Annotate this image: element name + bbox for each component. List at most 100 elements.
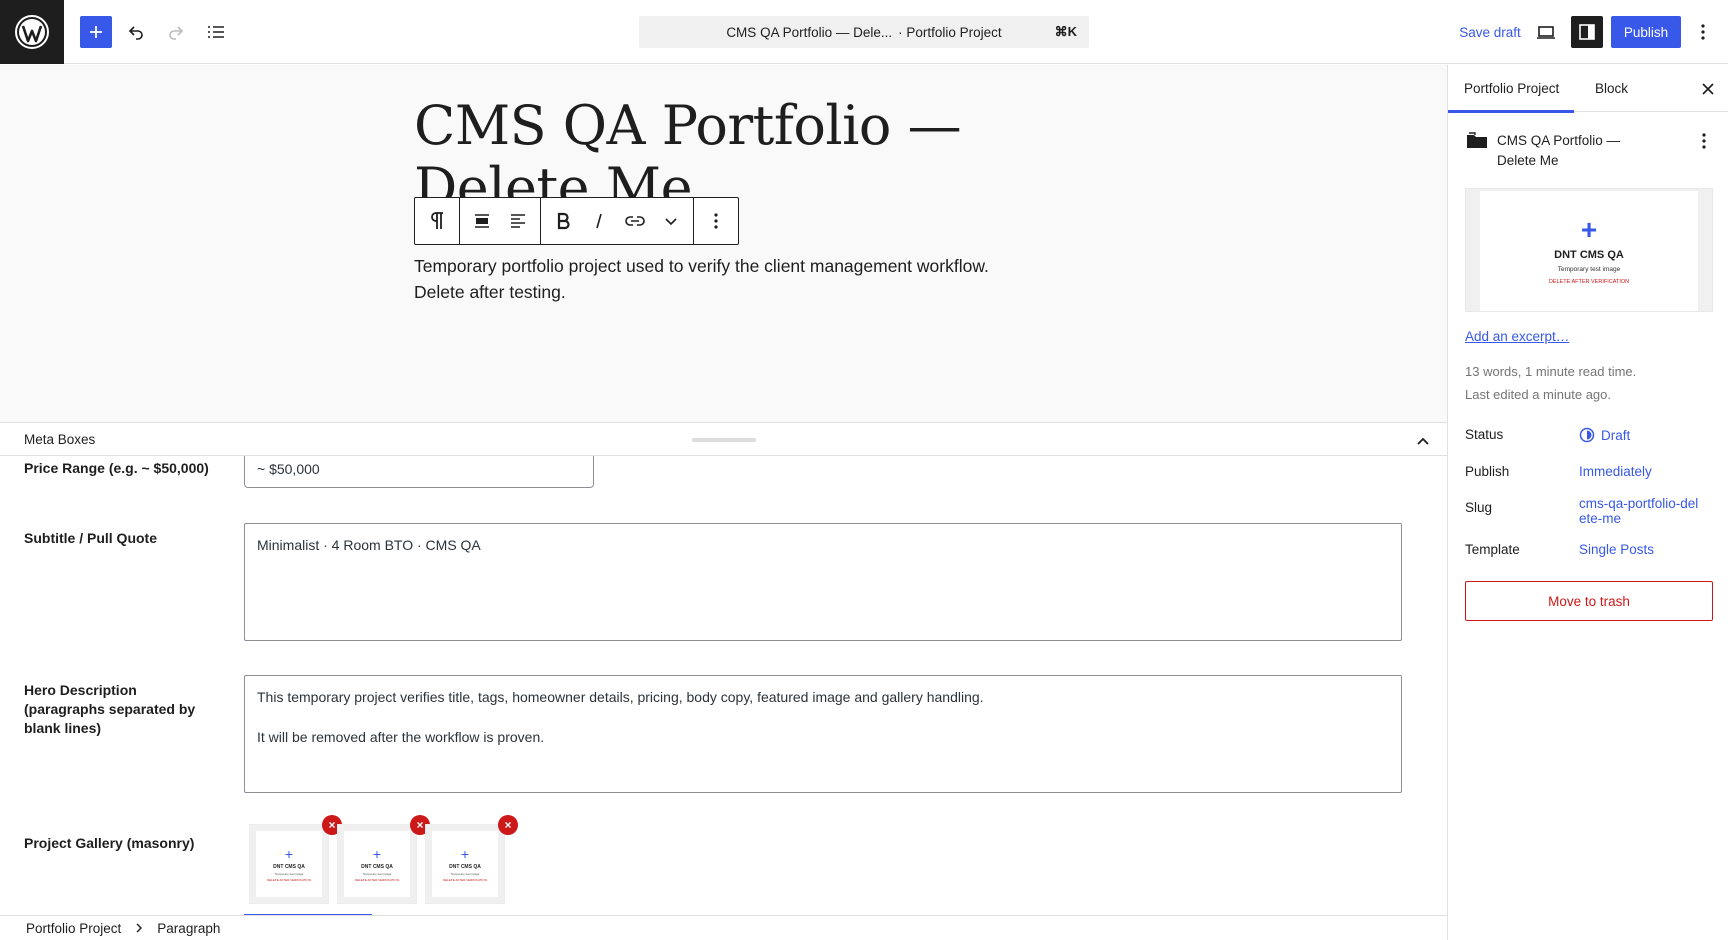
move-to-trash-button[interactable]: Move to trash bbox=[1465, 581, 1713, 621]
publish-date-button[interactable]: Immediately bbox=[1579, 464, 1652, 479]
document-post-type: · Portfolio Project bbox=[898, 24, 1002, 40]
word-count: 13 words, 1 minute read time. bbox=[1465, 364, 1637, 379]
close-icon: × bbox=[328, 818, 336, 832]
featured-image-note: DELETE AFTER VERIFICATION bbox=[1548, 279, 1630, 285]
meta-boxes-title: Meta Boxes bbox=[24, 432, 96, 447]
featured-image-title: DNT CMS QA bbox=[1554, 249, 1624, 261]
sidebar-toggle-icon bbox=[1579, 24, 1595, 40]
document-overview-button[interactable] bbox=[200, 16, 232, 48]
align-icon bbox=[475, 214, 489, 228]
plus-icon: + bbox=[284, 845, 294, 862]
meta-boxes-resize-handle[interactable] bbox=[692, 438, 756, 442]
gallery-image: + DNT CMS QA Temporary test image DELETE… bbox=[344, 831, 410, 897]
vertical-ellipsis-icon bbox=[1701, 24, 1705, 40]
hero-description-paragraph-1: This temporary project verifies title, t… bbox=[257, 689, 984, 705]
settings-toggle-button[interactable] bbox=[1571, 16, 1603, 48]
text-align-button[interactable] bbox=[500, 198, 536, 244]
subtitle-textarea[interactable]: Minimalist · 4 Room BTO · CMS QA bbox=[244, 523, 1402, 641]
command-palette-bar[interactable]: CMS QA Portfolio — Dele... · Portfolio P… bbox=[639, 16, 1089, 48]
price-range-label: Price Range (e.g. ~ $50,000) bbox=[24, 460, 209, 476]
gallery-image-note: DELETE AFTER VERIFICATION bbox=[443, 877, 487, 882]
wordpress-logo-icon bbox=[15, 15, 49, 49]
meta-boxes-header[interactable]: Meta Boxes bbox=[0, 422, 1447, 456]
italic-button[interactable] bbox=[581, 198, 617, 244]
publish-button[interactable]: Publish bbox=[1611, 16, 1681, 48]
gallery-image-title: DNT CMS QA bbox=[361, 863, 393, 870]
gallery-item[interactable]: + DNT CMS QA Temporary test image DELETE… bbox=[425, 815, 518, 904]
save-draft-button[interactable]: Save draft bbox=[1438, 16, 1542, 48]
hero-description-textarea[interactable]: This temporary project verifies title, t… bbox=[244, 675, 1402, 793]
status-value: Draft bbox=[1601, 428, 1631, 443]
block-toolbar bbox=[414, 197, 739, 245]
subtitle-label: Subtitle / Pull Quote bbox=[24, 530, 157, 546]
block-options-group bbox=[694, 198, 738, 244]
gallery-item[interactable]: + DNT CMS QA Temporary test image DELETE… bbox=[249, 815, 342, 904]
tab-portfolio-project[interactable]: Portfolio Project bbox=[1447, 65, 1575, 113]
more-formatting-button[interactable] bbox=[653, 198, 689, 244]
close-icon: × bbox=[504, 818, 512, 832]
block-align-button[interactable] bbox=[464, 198, 500, 244]
plus-icon: + bbox=[372, 845, 382, 862]
bold-icon bbox=[557, 212, 570, 230]
list-view-icon bbox=[208, 26, 224, 38]
pilcrow-icon bbox=[431, 212, 443, 229]
featured-image[interactable]: + DNT CMS QA Temporary test image DELETE… bbox=[1465, 188, 1713, 312]
sidebar-post-title: CMS QA Portfolio — Delete Me bbox=[1497, 133, 1621, 168]
redo-icon bbox=[169, 26, 184, 40]
meta-boxes-area: Price Range (e.g. ~ $50,000) Subtitle / … bbox=[0, 456, 1447, 915]
close-icon[interactable] bbox=[1698, 79, 1718, 99]
slug-button[interactable]: cms-qa-portfolio-delete-me bbox=[1579, 496, 1699, 526]
gallery-image-note: DELETE AFTER VERIFICATION bbox=[267, 877, 311, 882]
preview-button[interactable] bbox=[1530, 16, 1562, 48]
gallery-image-title: DNT CMS QA bbox=[273, 863, 305, 870]
slug-label: Slug bbox=[1465, 500, 1493, 515]
options-menu-button[interactable] bbox=[1688, 16, 1718, 48]
gallery-item[interactable]: + DNT CMS QA Temporary test image DELETE… bbox=[337, 815, 430, 904]
italic-icon bbox=[596, 213, 602, 229]
close-icon: × bbox=[416, 818, 424, 832]
settings-sidebar: Portfolio Project Block CMS QA Portfolio… bbox=[1447, 65, 1728, 940]
status-value-button[interactable]: Draft bbox=[1579, 427, 1630, 443]
last-edited: Last edited a minute ago. bbox=[1465, 387, 1611, 402]
breadcrumb-item-portfolio-project[interactable]: Portfolio Project bbox=[26, 921, 121, 936]
tab-block[interactable]: Block bbox=[1595, 65, 1628, 112]
plus-icon bbox=[90, 26, 102, 38]
breadcrumb-item-paragraph[interactable]: Paragraph bbox=[157, 921, 220, 936]
block-options-button[interactable] bbox=[698, 198, 734, 244]
keyboard-shortcut: ⌘K bbox=[1054, 24, 1077, 39]
bold-button[interactable] bbox=[545, 198, 581, 244]
gallery-image-subtitle: Temporary test image bbox=[362, 871, 392, 876]
document-title: CMS QA Portfolio — Dele... bbox=[726, 24, 893, 40]
chevron-right-icon bbox=[136, 923, 143, 933]
template-label: Template bbox=[1465, 542, 1520, 557]
vertical-ellipsis-icon[interactable] bbox=[1692, 129, 1716, 153]
block-breadcrumb: Portfolio Project Paragraph bbox=[0, 915, 1447, 940]
text-align-left-icon bbox=[511, 214, 525, 228]
folder-icon bbox=[1467, 132, 1487, 148]
redo-button[interactable] bbox=[160, 16, 192, 48]
gallery-image-subtitle: Temporary test image bbox=[274, 871, 304, 876]
undo-button[interactable] bbox=[120, 16, 152, 48]
featured-image-subtitle: Temporary test image bbox=[1557, 266, 1621, 273]
editor-canvas: CMS QA Portfolio — Delete Me Temporary p… bbox=[0, 65, 1447, 422]
paragraph-block[interactable]: Temporary portfolio project used to veri… bbox=[414, 253, 1034, 305]
link-button[interactable] bbox=[617, 198, 653, 244]
chevron-up-icon[interactable] bbox=[1413, 431, 1433, 451]
block-inserter-button[interactable] bbox=[80, 16, 112, 48]
subtitle-value: Minimalist · 4 Room BTO · CMS QA bbox=[257, 537, 481, 553]
remove-gallery-item-button[interactable]: × bbox=[498, 815, 518, 835]
link-icon bbox=[625, 216, 645, 226]
add-excerpt-link[interactable]: Add an excerpt… bbox=[1465, 329, 1569, 344]
wordpress-logo-button[interactable] bbox=[0, 0, 64, 64]
price-range-input[interactable] bbox=[244, 456, 594, 488]
gallery-image-subtitle: Temporary test image bbox=[450, 871, 480, 876]
template-button[interactable]: Single Posts bbox=[1579, 542, 1654, 557]
hero-description-label: Hero Description (paragraphs separated b… bbox=[24, 682, 196, 736]
vertical-ellipsis-icon bbox=[714, 213, 718, 229]
project-gallery-label: Project Gallery (masonry) bbox=[24, 835, 195, 851]
undo-icon bbox=[128, 26, 143, 40]
gallery-image-title: DNT CMS QA bbox=[449, 863, 481, 870]
block-type-button[interactable] bbox=[419, 198, 455, 244]
plus-icon: + bbox=[460, 845, 470, 862]
block-type-group bbox=[415, 198, 460, 244]
